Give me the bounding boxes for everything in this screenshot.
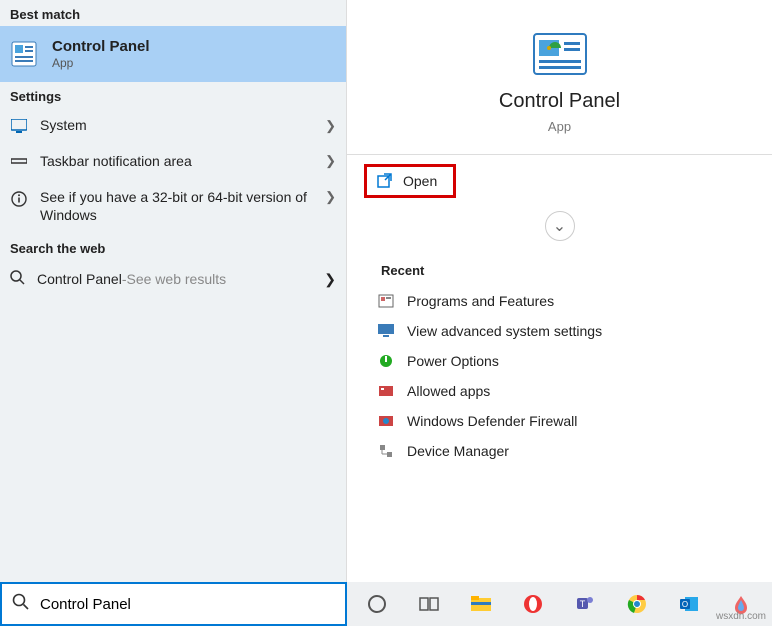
file-explorer-icon[interactable] [469,592,493,616]
opera-icon[interactable] [521,592,545,616]
recent-label: Recent [381,263,772,278]
search-web-label: Search the web [0,234,346,260]
svg-text:T: T [580,599,586,609]
open-label: Open [403,173,437,189]
recent-item-label: Windows Defender Firewall [407,413,577,429]
settings-item-label: See if you have a 32-bit or 64-bit versi… [40,189,325,224]
open-icon [377,173,393,189]
firewall-icon [377,412,395,430]
web-suffix: See web results [127,271,227,287]
settings-item-system[interactable]: System ❯ [0,108,346,144]
recent-item-label: View advanced system settings [407,323,602,339]
settings-item-label: Taskbar notification area [40,153,325,171]
best-match-title: Control Panel [52,38,150,56]
chevron-right-icon: ❯ [325,118,336,134]
chevron-right-icon: ❯ [324,271,336,288]
chevron-right-icon: ❯ [325,153,336,169]
recent-item-label: Power Options [407,353,499,369]
search-icon [10,270,25,288]
taskbar-icon [10,155,28,167]
firewall-apps-icon [377,382,395,400]
best-match-text: Control Panel App [52,38,150,70]
settings-item-label: System [40,117,325,135]
outlook-icon[interactable]: O [677,592,701,616]
web-result[interactable]: Control Panel - See web results ❯ [0,260,346,298]
svg-text:O: O [682,600,688,609]
recent-item-label: Device Manager [407,443,509,459]
control-panel-icon [10,40,38,68]
web-prefix: Control Panel [37,271,122,287]
taskbar: T O [347,582,772,626]
info-icon [10,191,28,207]
best-match-subtitle: App [52,56,150,70]
recent-item-label: Programs and Features [407,293,554,309]
recent-item-firewall[interactable]: Windows Defender Firewall [347,406,772,436]
monitor-icon [10,119,28,133]
teams-icon[interactable]: T [573,592,597,616]
power-icon [377,352,395,370]
control-panel-large-icon [528,32,592,80]
best-match-label: Best match [0,0,346,26]
settings-item-bitversion[interactable]: See if you have a 32-bit or 64-bit versi… [0,179,346,234]
recent-item-power[interactable]: Power Options [347,346,772,376]
device-manager-icon [377,442,395,460]
recent-item-programs[interactable]: Programs and Features [347,286,772,316]
cortana-icon[interactable] [365,592,389,616]
search-box[interactable] [0,582,347,626]
chevron-down-icon: ⌄ [553,216,566,236]
best-match-result[interactable]: Control Panel App [0,26,346,82]
divider [347,154,772,155]
details-subtitle: App [347,119,772,134]
open-button[interactable]: Open [367,167,453,195]
chevron-right-icon: ❯ [325,189,336,205]
settings-item-taskbar[interactable]: Taskbar notification area ❯ [0,144,346,180]
recent-item-label: Allowed apps [407,383,490,399]
recent-item-advsys[interactable]: View advanced system settings [347,316,772,346]
recent-item-allowed[interactable]: Allowed apps [347,376,772,406]
settings-label: Settings [0,82,346,108]
programs-icon [377,292,395,310]
expand-button[interactable]: ⌄ [545,211,575,241]
search-input[interactable] [40,596,345,613]
details-title: Control Panel [347,90,772,113]
chrome-icon[interactable] [625,592,649,616]
monitor-icon [377,322,395,340]
search-icon [12,593,30,616]
task-view-icon[interactable] [417,592,441,616]
details-panel: Control Panel App Open ⌄ Recent Programs… [347,0,772,582]
watermark: wsxdn.com [716,611,766,622]
search-results-panel: Best match Control Panel App Settings Sy… [0,0,347,582]
recent-item-devmgr[interactable]: Device Manager [347,436,772,466]
